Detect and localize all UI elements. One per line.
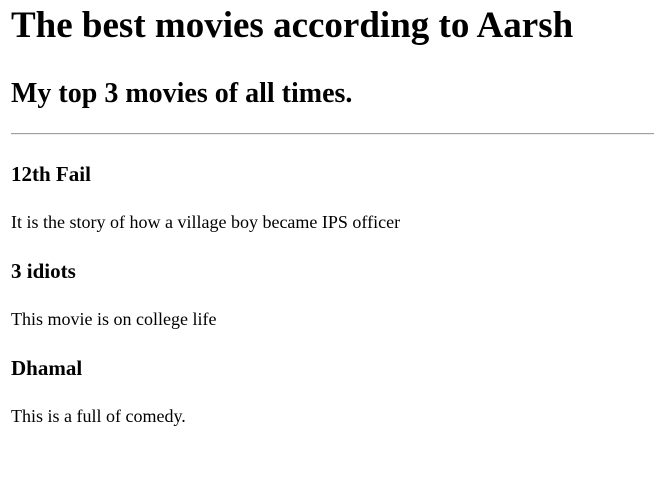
- page-title: The best movies according to Aarsh: [11, 5, 574, 46]
- movie-description-3: This is a full of comedy.: [11, 406, 186, 426]
- movie-title-2: 3 idiots: [11, 259, 76, 283]
- movie-description-1: It is the story of how a village boy bec…: [11, 212, 401, 232]
- movie-title-1: 12th Fail: [11, 162, 91, 186]
- page-content: The best movies according to Aarsh My to…: [0, 0, 654, 498]
- movie-title-3: Dhamal: [11, 356, 83, 380]
- movie-description-2: This movie is on college life: [11, 309, 217, 329]
- divider: [11, 133, 654, 135]
- page-subtitle: My top 3 movies of all times.: [11, 78, 353, 109]
